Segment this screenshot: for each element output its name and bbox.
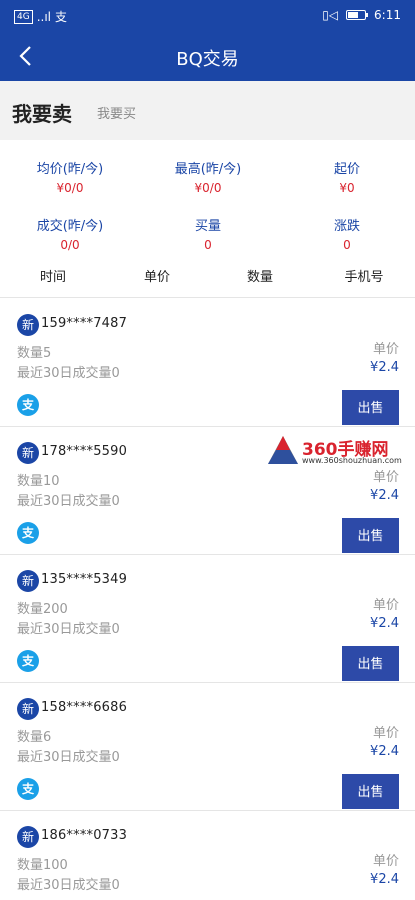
unit-price: ¥2.4 [370, 360, 399, 375]
deal-label: 成交(昨/今) [36, 219, 104, 234]
watermark-logo-icon [268, 436, 298, 464]
seller-phone: 178****5590 [41, 444, 128, 459]
recent-volume: 最近30日成交量0 [17, 622, 120, 637]
unit-price-label: 单价 [372, 470, 399, 485]
seller-phone: 159****7487 [41, 316, 128, 331]
unit-price: ¥2.4 [370, 488, 399, 503]
buy-qty-stat: 买量 0 [148, 215, 268, 252]
sell-button[interactable]: 出售 [342, 518, 399, 553]
change-value: 0 [343, 238, 351, 252]
tab-buy[interactable]: 我要买 [97, 103, 136, 122]
listing-quantity: 数量10 [17, 474, 60, 489]
app-notification-icon: 支 [55, 10, 68, 24]
watermark-url: www.360shouzhuan.com [302, 456, 402, 465]
list-item: 新 186****0733 数量100 最近30日成交量0 单价 ¥2.4 [0, 810, 415, 900]
sell-button[interactable]: 出售 [342, 774, 399, 809]
battery-icon [346, 10, 369, 20]
avg-price-stat: 均价(昨/今) ¥0/0 [10, 158, 130, 195]
new-badge: 新 [17, 698, 39, 720]
change-label: 涨跌 [333, 219, 360, 234]
recent-volume: 最近30日成交量0 [17, 494, 120, 509]
new-badge: 新 [17, 826, 39, 848]
sell-button[interactable]: 出售 [342, 390, 399, 425]
network-indicator: 4G [14, 9, 33, 24]
unit-price: ¥2.4 [370, 616, 399, 631]
start-price-label: 起价 [333, 162, 360, 177]
unit-price-label: 单价 [372, 854, 399, 869]
vibrate-icon: ▯◁ [322, 8, 339, 22]
alipay-icon: 支 [17, 394, 39, 416]
page-title: BQ交易 [176, 49, 239, 70]
seller-phone: 158****6686 [41, 700, 128, 715]
top-nav-bar: BQ交易 [0, 32, 415, 81]
recent-volume: 最近30日成交量0 [17, 878, 120, 893]
recent-volume: 最近30日成交量0 [17, 750, 120, 765]
watermark: 360手赚网 www.360shouzhuan.com [262, 432, 414, 468]
deal-value: 0/0 [60, 238, 80, 252]
deal-stat: 成交(昨/今) 0/0 [10, 215, 130, 252]
listing-quantity: 数量100 [17, 858, 68, 873]
alipay-icon: 支 [17, 650, 39, 672]
recent-volume: 最近30日成交量0 [17, 366, 120, 381]
signal-icon: ..ıl [36, 9, 51, 24]
clock: 6:11 [374, 8, 401, 22]
high-price-stat: 最高(昨/今) ¥0/0 [148, 158, 268, 195]
unit-price: ¥2.4 [370, 872, 399, 887]
status-bar: 4G ..ıl 支 ▯◁ 6:11 [0, 0, 415, 32]
listing-quantity: 数量6 [17, 730, 52, 745]
seller-phone: 135****5349 [41, 572, 128, 587]
new-badge: 新 [17, 442, 39, 464]
header-time: 时间 [39, 270, 66, 285]
unit-price-label: 单价 [372, 598, 399, 613]
high-price-label: 最高(昨/今) [174, 162, 242, 177]
header-unit-price: 单价 [143, 270, 170, 285]
header-phone: 手机号 [344, 270, 384, 285]
sell-button[interactable]: 出售 [342, 646, 399, 681]
buy-qty-value: 0 [204, 238, 212, 252]
start-price-stat: 起价 ¥0 [287, 158, 407, 195]
buy-qty-label: 买量 [194, 219, 221, 234]
unit-price: ¥2.4 [370, 744, 399, 759]
high-price-value: ¥0/0 [194, 181, 222, 195]
unit-price-label: 单价 [372, 726, 399, 741]
unit-price-label: 单价 [372, 342, 399, 357]
alipay-icon: 支 [17, 522, 39, 544]
alipay-icon: 支 [17, 778, 39, 800]
new-badge: 新 [17, 314, 39, 336]
header-quantity: 数量 [246, 270, 273, 285]
trade-tabs: 我要卖 我要买 [0, 81, 415, 140]
listing-quantity: 数量200 [17, 602, 68, 617]
market-stats: 均价(昨/今) ¥0/0 最高(昨/今) ¥0/0 起价 ¥0 成交(昨/今) … [0, 140, 415, 298]
list-item: 新 159****7487 数量5 最近30日成交量0 单价 ¥2.4 支 出售 [0, 298, 415, 426]
start-price-value: ¥0 [339, 181, 355, 195]
seller-phone: 186****0733 [41, 828, 128, 843]
change-stat: 涨跌 0 [287, 215, 407, 252]
list-item: 新 158****6686 数量6 最近30日成交量0 单价 ¥2.4 支 出售 [0, 682, 415, 810]
avg-price-label: 均价(昨/今) [36, 162, 104, 177]
new-badge: 新 [17, 570, 39, 592]
list-item: 新 135****5349 数量200 最近30日成交量0 单价 ¥2.4 支 … [0, 554, 415, 682]
listing-quantity: 数量5 [17, 346, 52, 361]
avg-price-value: ¥0/0 [56, 181, 84, 195]
tab-sell[interactable]: 我要卖 [12, 98, 72, 127]
